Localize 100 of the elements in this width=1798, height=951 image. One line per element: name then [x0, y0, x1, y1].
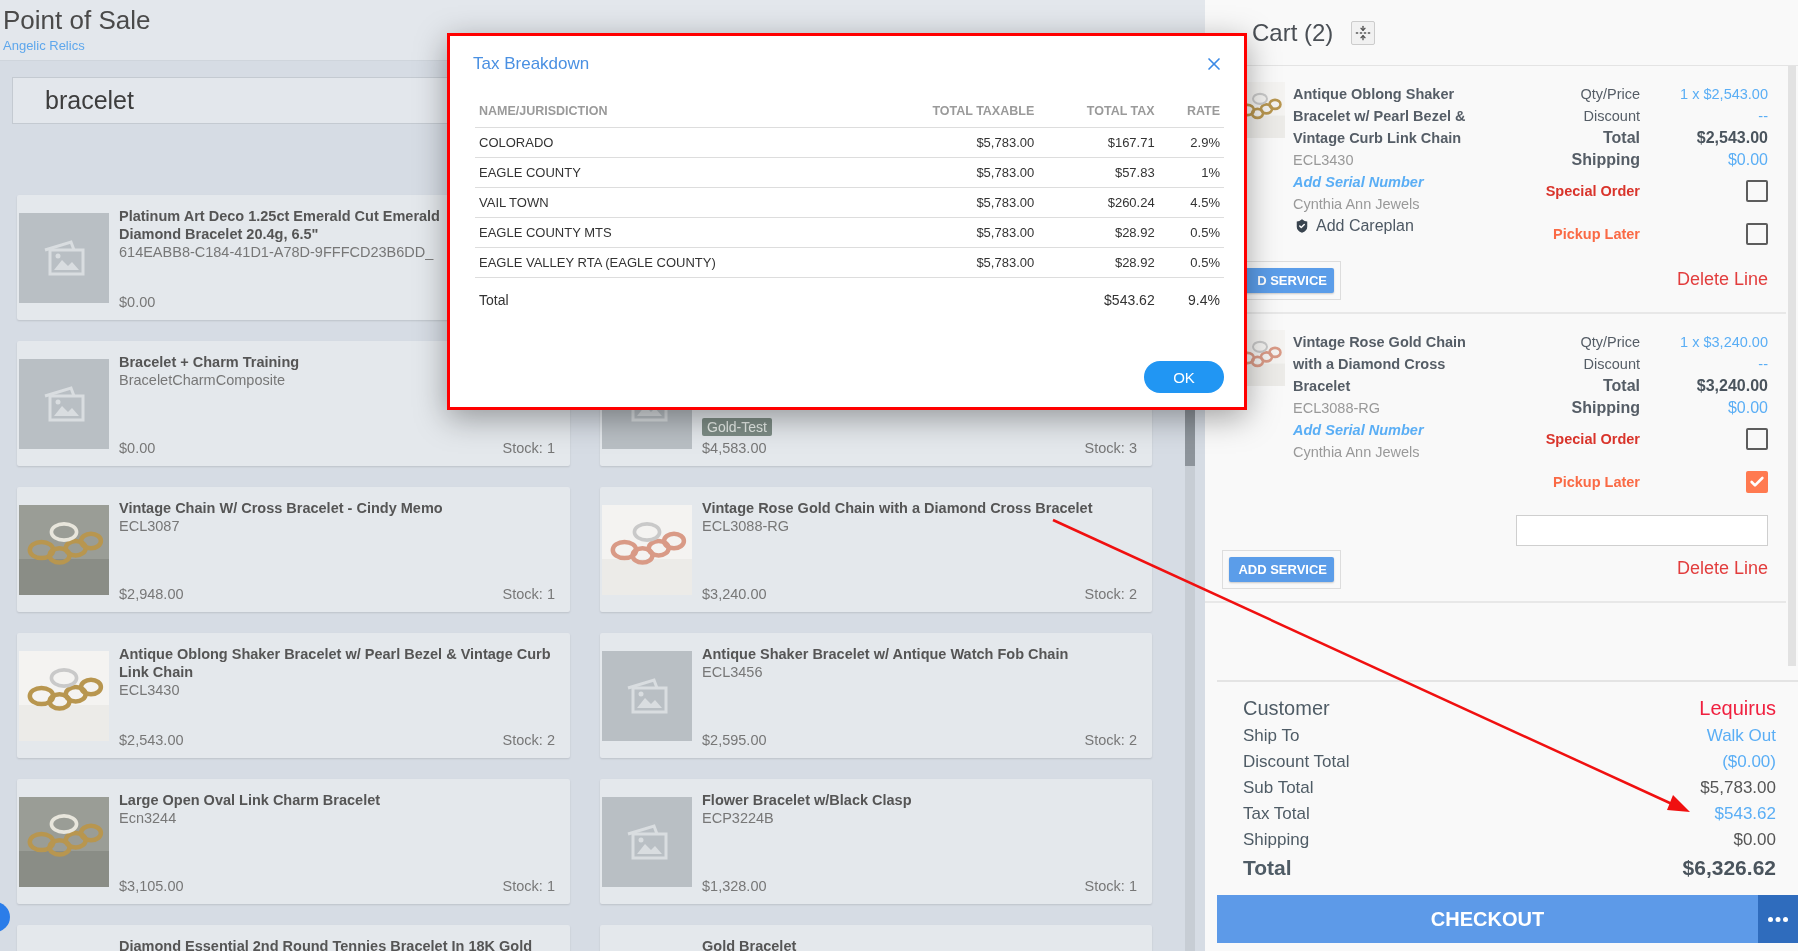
table-cell: $5,783.00: [863, 187, 1039, 217]
product-title: Large Open Oval Link Charm Bracelet: [119, 791, 381, 809]
stock-count: Stock: 1: [502, 440, 555, 456]
table-cell: $5,783.00: [863, 247, 1039, 277]
product-card[interactable]: Diamond Essential 2nd Round Tennies Bracelet In 18K Gold: [17, 925, 570, 951]
column-header: TOTAL TAXABLE: [863, 95, 1039, 127]
collapse-icon: [1355, 24, 1372, 41]
product-card[interactable]: Gold Bracelet: [600, 925, 1152, 951]
item-vendor: Cynthia Ann Jewels: [1293, 443, 1421, 462]
summary-value[interactable]: Lequirus: [1699, 697, 1776, 720]
summary-value[interactable]: ($0.00): [1722, 752, 1776, 772]
special-order-label: Special Order: [1545, 430, 1640, 449]
detail-value: $3,240.00: [1696, 376, 1768, 396]
detail-value[interactable]: 1 x $3,240.00: [1680, 331, 1768, 353]
summary-label: Sub Total: [1243, 777, 1314, 799]
table-cell: 0.5%: [1158, 217, 1224, 247]
table-cell: $167.71: [1038, 127, 1159, 157]
pickup-later-label: Pickup Later: [1552, 473, 1640, 492]
ok-button[interactable]: OK: [1144, 361, 1224, 393]
delete-line-link[interactable]: Delete Line: [1676, 269, 1768, 290]
more-button[interactable]: [1758, 895, 1798, 943]
summary-value[interactable]: Walk Out: [1706, 726, 1776, 746]
product-title: Antique Oblong Shaker Bracelet w/ Pearl Bezel & Vintage Curb Link Chain: [119, 645, 552, 681]
stock-count: Stock: 1: [502, 878, 555, 894]
summary-value[interactable]: $543.62: [1714, 804, 1776, 824]
dialog-title: Tax Breakdown: [473, 54, 590, 74]
product-price: $2,543.00: [119, 732, 184, 748]
add-careplan-button[interactable]: Add Careplan: [1293, 217, 1414, 235]
product-price: $3,240.00: [702, 586, 767, 602]
product-sku: BraceletCharmComposite: [119, 371, 285, 389]
item-sku: ECL3088-RG: [1293, 399, 1382, 418]
table-cell: EAGLE VALLEY RTA (EAGLE COUNTY): [475, 247, 864, 277]
product-card[interactable]: Vintage Rose Gold Chain with a Diamond Cross Bracelet ECL3088-RG $3,240.00 Stock: 2: [600, 487, 1152, 612]
scrollbar-thumb[interactable]: [1185, 410, 1195, 466]
summary-label: Total: [1243, 855, 1292, 881]
detail-label: Total: [1602, 128, 1640, 148]
item-sku: ECL3430: [1293, 151, 1355, 170]
detail-value[interactable]: 1 x $2,543.00: [1680, 83, 1768, 105]
add-serial-link[interactable]: Add Serial Number: [1293, 419, 1424, 441]
table-cell: EAGLE COUNTY: [475, 157, 864, 187]
product-card[interactable]: Flower Bracelet w/Black Clasp ECP3224B $1,328.00 Stock: 1: [600, 779, 1152, 904]
stock-count: Stock: 2: [1084, 732, 1137, 748]
product-title: Vintage Rose Gold Chain with a Diamond Cross Bracelet: [702, 499, 1093, 517]
add-service-button[interactable]: ADD SERVICE: [1229, 557, 1334, 582]
add-serial-link[interactable]: Add Serial Number: [1293, 171, 1424, 193]
detail-value[interactable]: $0.00: [1727, 397, 1768, 419]
detail-value[interactable]: --: [1758, 353, 1768, 375]
item-title: Antique Oblong Shaker Bracelet w/ Pearl Bezel & Vintage Curb Link Chain: [1293, 85, 1467, 148]
detail-value[interactable]: --: [1758, 105, 1768, 127]
detail-value[interactable]: $0.00: [1727, 149, 1768, 171]
delete-line-link[interactable]: Delete Line: [1676, 558, 1768, 579]
product-card[interactable]: Vintage Chain W/ Cross Bracelet - Cindy Memo ECL3087 $2,948.00 Stock: 1: [17, 487, 570, 612]
more-icon: [1768, 916, 1788, 922]
summary-value: $6,326.62: [1682, 856, 1776, 880]
stock-count: Stock: 2: [502, 732, 555, 748]
product-price: $3,105.00: [119, 878, 184, 894]
product-title: Bracelet + Charm Training: [119, 353, 300, 371]
summary-value: $5,783.00: [1700, 778, 1776, 798]
table-cell: EAGLE COUNTY MTS: [475, 217, 864, 247]
pickup-later-checkbox[interactable]: [1746, 471, 1768, 493]
page-title: Point of Sale: [3, 5, 152, 35]
table-cell: $5,783.00: [863, 217, 1039, 247]
product-sku: 614EABB8-C184-41D1-A78D-9FFFCD23B6DD_: [119, 243, 434, 261]
note-field[interactable]: [1516, 515, 1768, 546]
product-title: Flower Bracelet w/Black Clasp: [702, 791, 912, 809]
cart-title: Cart (2): [1252, 18, 1334, 47]
stock-count: Stock: 3: [1084, 440, 1137, 456]
product-card[interactable]: Antique Shaker Bracelet w/ Antique Watch Fob Chain ECL3456 $2,595.00 Stock: 2: [600, 633, 1152, 758]
total-tax: $543.62: [1038, 277, 1159, 323]
detail-label: Shipping: [1571, 398, 1640, 418]
table-cell: VAIL TOWN: [475, 187, 864, 217]
pickup-later-label: Pickup Later: [1552, 225, 1640, 244]
pickup-later-checkbox[interactable]: [1746, 223, 1768, 245]
summary-label: Customer: [1243, 696, 1330, 721]
summary-label: Shipping: [1243, 829, 1310, 851]
product-price: $4,583.00: [702, 440, 768, 456]
table-cell: 4.5%: [1158, 187, 1224, 217]
table-cell: 1%: [1158, 157, 1224, 187]
product-price: $2,595.00: [702, 732, 767, 748]
product-price: $0.00: [119, 294, 156, 310]
detail-label: Qty/Price: [1580, 85, 1640, 104]
table-cell: 2.9%: [1158, 127, 1224, 157]
table-cell: $28.92: [1038, 217, 1159, 247]
product-card[interactable]: Large Open Oval Link Charm Bracelet Ecn3244 $3,105.00 Stock: 1: [17, 779, 570, 904]
summary-label: Discount Total: [1243, 751, 1350, 773]
table-cell: $5,783.00: [863, 157, 1039, 187]
total-rate: 9.4%: [1158, 277, 1224, 323]
product-price: $2,948.00: [119, 586, 184, 602]
special-order-checkbox[interactable]: [1746, 180, 1768, 202]
product-card[interactable]: Antique Oblong Shaker Bracelet w/ Pearl Bezel & Vintage Curb Link Chain ECL3430 $2,543.00 Stock: 2: [17, 633, 570, 758]
product-title: Vintage Chain W/ Cross Bracelet - Cindy Memo: [119, 499, 443, 517]
checkout-button[interactable]: CHECKOUT: [1217, 895, 1758, 943]
special-order-label: Special Order: [1545, 182, 1640, 201]
collapse-button[interactable]: [1351, 20, 1376, 45]
product-sku: ECL3430: [119, 681, 180, 699]
summary-label: Ship To: [1243, 725, 1300, 747]
column-header: RATE: [1158, 95, 1224, 127]
table-cell: $28.92: [1038, 247, 1159, 277]
column-header: TOTAL TAX: [1038, 95, 1159, 127]
special-order-checkbox[interactable]: [1746, 428, 1768, 450]
